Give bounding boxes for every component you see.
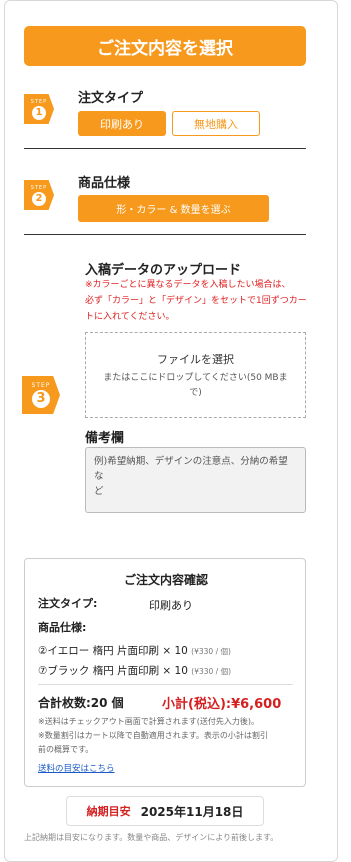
delivery-estimate: 納期目安 2025年11月18日: [66, 796, 264, 826]
step-number: 1: [32, 105, 46, 120]
page-title: ご注文内容を選択: [24, 26, 306, 66]
note-line: 必ず「カラー」と「デザイン」をセットで1回ずつカー: [85, 296, 307, 306]
summary-item: ⑦ブラック 楕円 片面印刷 × 10 (¥330 / 個): [38, 663, 231, 678]
summary-title: ご注文内容確認: [123, 573, 208, 587]
step-word: STEP: [31, 381, 51, 389]
note-line: トに入れてください。: [85, 312, 175, 322]
step-word: STEP: [30, 184, 48, 191]
file-select-label[interactable]: ファイルを選択: [86, 351, 305, 367]
item-text: ②イエロー 楕円 片面印刷 × 10: [38, 645, 188, 657]
item-text: ⑦ブラック 楕円 片面印刷 × 10: [38, 665, 188, 677]
order-type-label: 注文タイプ:: [38, 597, 98, 610]
hint-line: またはここにドロップしてください(50 MBま: [103, 373, 288, 383]
order-type-value: 印刷あり: [149, 599, 193, 612]
step-2-badge: STEP 2: [24, 180, 54, 210]
divider: [24, 234, 306, 235]
note-line: ※数量割引はカート以降で自動適用されます。表示の小計は割引: [38, 731, 268, 740]
upload-note: ※カラーごとに異なるデータを入稿したい場合は、 必ず「カラー」と「デザイン」をセ…: [85, 277, 310, 325]
file-dropzone[interactable]: ファイルを選択 またはここにドロップしてください(50 MBま で): [85, 332, 306, 418]
item-price: (¥330 / 個): [191, 667, 232, 676]
remarks-textarea[interactable]: 例)希望納期、デザインの注意点、分納の希望な ど: [85, 447, 306, 513]
note-line: ※カラーごとに異なるデータを入稿したい場合は、: [85, 280, 291, 290]
subtotal: 小計(税込):¥6,600: [162, 697, 282, 712]
step-1-badge: STEP 1: [24, 94, 54, 124]
dropzone-hint: またはここにドロップしてください(50 MBま で): [86, 371, 305, 401]
shipping-estimate-link[interactable]: 送料の目安はこちら: [38, 762, 115, 774]
upload-title: 入稿データのアップロード: [85, 263, 242, 278]
delivery-label: 納期目安: [86, 805, 131, 818]
order-type-print-button[interactable]: 印刷あり: [78, 111, 166, 136]
summary-item: ②イエロー 楕円 片面印刷 × 10 (¥330 / 個): [38, 643, 231, 658]
item-price: (¥330 / 個): [191, 647, 231, 656]
note-line: 前の概算です。: [38, 745, 94, 754]
step-word: STEP: [30, 98, 48, 105]
note-line: ※送料はチェックアウト画面で計算されます(送付先入力後)。: [38, 717, 259, 726]
order-type-plain-button[interactable]: 無地購入: [172, 111, 260, 136]
hint-line: で): [189, 388, 202, 398]
divider: [38, 684, 293, 685]
total-count: 合計枚数:20 個: [38, 696, 124, 710]
divider: [24, 148, 306, 149]
placeholder-line: ど: [94, 486, 104, 497]
step-number: 2: [32, 191, 46, 206]
order-type-title: 注文タイプ: [78, 91, 144, 106]
footer-note: 上記納期は目安になります。数量や商品、デザインにより前後します。: [24, 833, 279, 842]
order-summary-card: ご注文内容確認 注文タイプ: 印刷あり 商品仕様: ②イエロー 楕円 片面印刷 …: [24, 558, 306, 787]
remarks-title: 備考欄: [85, 431, 125, 446]
placeholder-line: 例)希望納期、デザインの注意点、分納の希望な: [94, 456, 288, 482]
summary-notes: ※送料はチェックアウト画面で計算されます(送付先入力後)。 ※数量割引はカート以…: [38, 715, 300, 757]
step-number: 3: [32, 389, 50, 408]
step-3-badge: STEP 3: [22, 376, 60, 414]
choose-spec-button[interactable]: 形・カラー & 数量を選ぶ: [78, 195, 269, 222]
product-spec-title: 商品仕様: [78, 176, 131, 191]
delivery-date: 2025年11月18日: [140, 804, 244, 819]
spec-label: 商品仕様:: [38, 621, 87, 634]
